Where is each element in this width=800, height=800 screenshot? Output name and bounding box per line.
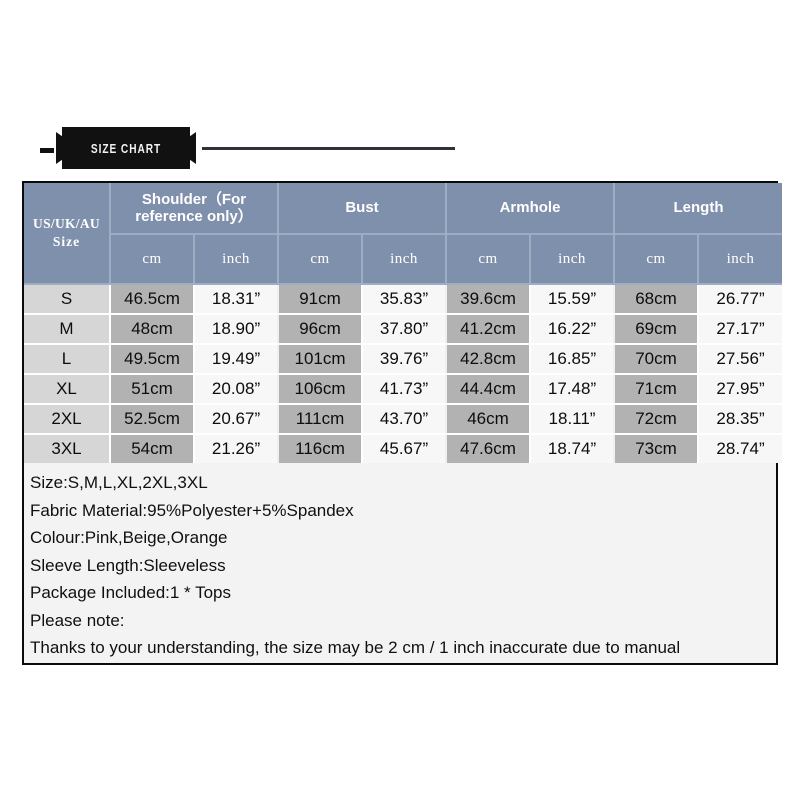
cell-bust-cm: 106cm [278, 374, 364, 405]
header-size-line1: US/UK/AU [33, 216, 100, 232]
cell-bust-inch: 37.80” [362, 314, 448, 345]
size-chart-table: US/UK/AU Size Shoulder（For reference onl… [24, 183, 783, 463]
size-chart-banner: SIZE CHART [22, 126, 778, 176]
table-row: S 46.5cm 18.31” 91cm 35.83” 39.6cm 15.59… [24, 284, 783, 315]
cell-length-cm: 73cm [614, 434, 700, 463]
table-body: S 46.5cm 18.31” 91cm 35.83” 39.6cm 15.59… [24, 284, 783, 463]
table-row: 3XL 54cm 21.26” 116cm 45.67” 47.6cm 18.7… [24, 434, 783, 463]
cell-length-inch: 27.95” [698, 374, 783, 405]
cell-armhole-cm: 39.6cm [446, 284, 532, 315]
description-line-note-title: Please note: [30, 610, 125, 630]
description-line-package: Package Included:1 * Tops [30, 583, 231, 602]
cell-shoulder-cm: 48cm [110, 314, 195, 345]
cell-bust-inch: 35.83” [362, 284, 448, 315]
description-line-colour: Colour:Pink,Beige,Orange [30, 528, 228, 547]
cell-shoulder-cm: 46.5cm [110, 284, 195, 315]
cell-shoulder-cm: 51cm [110, 374, 195, 405]
table-row: L 49.5cm 19.49” 101cm 39.76” 42.8cm 16.8… [24, 344, 783, 375]
cell-bust-cm: 111cm [278, 404, 364, 435]
cell-shoulder-inch: 21.26” [194, 434, 280, 463]
product-description: Size:S,M,L,XL,2XL,3XL Fabric Material:95… [24, 463, 776, 662]
header-unit-armhole-cm: cm [446, 234, 532, 285]
cell-armhole-inch: 18.74” [530, 434, 616, 463]
cell-length-cm: 72cm [614, 404, 700, 435]
cell-size: S [24, 284, 111, 315]
cell-bust-cm: 91cm [278, 284, 364, 315]
cell-armhole-cm: 44.4cm [446, 374, 532, 405]
description-line-size: Size:S,M,L,XL,2XL,3XL [30, 473, 208, 492]
header-group-armhole: Armhole [446, 183, 616, 235]
cell-armhole-cm: 41.2cm [446, 314, 532, 345]
description-line-note-body: Thanks to your understanding, the size m… [30, 638, 681, 657]
cell-bust-cm: 101cm [278, 344, 364, 375]
header-size-line2: Size [52, 234, 81, 249]
horizontal-rule-icon [202, 147, 455, 150]
header-group-row: US/UK/AU Size Shoulder（For reference onl… [24, 183, 783, 285]
header-size-column: US/UK/AU Size [24, 183, 111, 285]
table-header: US/UK/AU Size Shoulder（For reference onl… [24, 183, 783, 285]
cell-bust-inch: 43.70” [362, 404, 448, 435]
cell-armhole-inch: 18.11” [530, 404, 616, 435]
cell-armhole-cm: 47.6cm [446, 434, 532, 463]
cell-length-cm: 70cm [614, 344, 700, 375]
description-line-fabric: Fabric Material:95%Polyester+5%Spandex [30, 500, 354, 520]
cell-length-inch: 27.17” [698, 314, 783, 345]
header-unit-length-cm: cm [614, 234, 700, 285]
cell-size: XL [24, 374, 111, 405]
header-unit-bust-inch: inch [362, 234, 448, 285]
cell-bust-cm: 116cm [278, 434, 364, 463]
cell-bust-inch: 41.73” [362, 374, 448, 405]
cell-bust-cm: 96cm [278, 314, 364, 345]
cell-armhole-cm: 42.8cm [446, 344, 532, 375]
cell-armhole-inch: 16.85” [530, 344, 616, 375]
cell-size: M [24, 314, 111, 345]
cell-armhole-cm: 46cm [446, 404, 532, 435]
header-unit-length-inch: inch [698, 234, 783, 285]
size-chart-container: US/UK/AU Size Shoulder（For reference onl… [22, 181, 783, 665]
header-unit-bust-cm: cm [278, 234, 364, 285]
cell-length-inch: 26.77” [698, 284, 783, 315]
cell-bust-inch: 45.67” [362, 434, 448, 463]
cell-size: L [24, 344, 111, 375]
cell-shoulder-cm: 54cm [110, 434, 195, 463]
cell-shoulder-cm: 49.5cm [110, 344, 195, 375]
cell-shoulder-inch: 20.08” [194, 374, 280, 405]
cell-length-cm: 71cm [614, 374, 700, 405]
cell-armhole-inch: 16.22” [530, 314, 616, 345]
header-unit-row: cm inch cm inch cm inch cm inch [24, 234, 783, 285]
cell-armhole-inch: 17.48” [530, 374, 616, 405]
cell-shoulder-inch: 18.31” [194, 284, 280, 315]
cell-shoulder-cm: 52.5cm [110, 404, 195, 435]
cell-length-inch: 28.35” [698, 404, 783, 435]
cell-shoulder-inch: 19.49” [194, 344, 280, 375]
table-row: M 48cm 18.90” 96cm 37.80” 41.2cm 16.22” … [24, 314, 783, 345]
table-row: XL 51cm 20.08” 106cm 41.73” 44.4cm 17.48… [24, 374, 783, 405]
header-unit-armhole-inch: inch [530, 234, 616, 285]
cell-size: 3XL [24, 434, 111, 463]
cell-shoulder-inch: 18.90” [194, 314, 280, 345]
description-line-sleeve: Sleeve Length:Sleeveless [30, 555, 226, 575]
cell-size: 2XL [24, 404, 111, 435]
header-unit-shoulder-cm: cm [110, 234, 195, 285]
cell-length-cm: 68cm [614, 284, 700, 315]
header-unit-shoulder-inch: inch [194, 234, 280, 285]
cell-bust-inch: 39.76” [362, 344, 448, 375]
cell-length-inch: 28.74” [698, 434, 783, 463]
table-row: 2XL 52.5cm 20.67” 111cm 43.70” 46cm 18.1… [24, 404, 783, 435]
header-group-length: Length [614, 183, 783, 235]
cell-length-inch: 27.56” [698, 344, 783, 375]
banner-title: SIZE CHART [90, 140, 162, 156]
header-group-bust: Bust [278, 183, 448, 235]
dash-icon [40, 148, 54, 153]
cell-length-cm: 69cm [614, 314, 700, 345]
header-group-shoulder: Shoulder（For reference only） [110, 183, 280, 235]
cell-shoulder-inch: 20.67” [194, 404, 280, 435]
cell-armhole-inch: 15.59” [530, 284, 616, 315]
